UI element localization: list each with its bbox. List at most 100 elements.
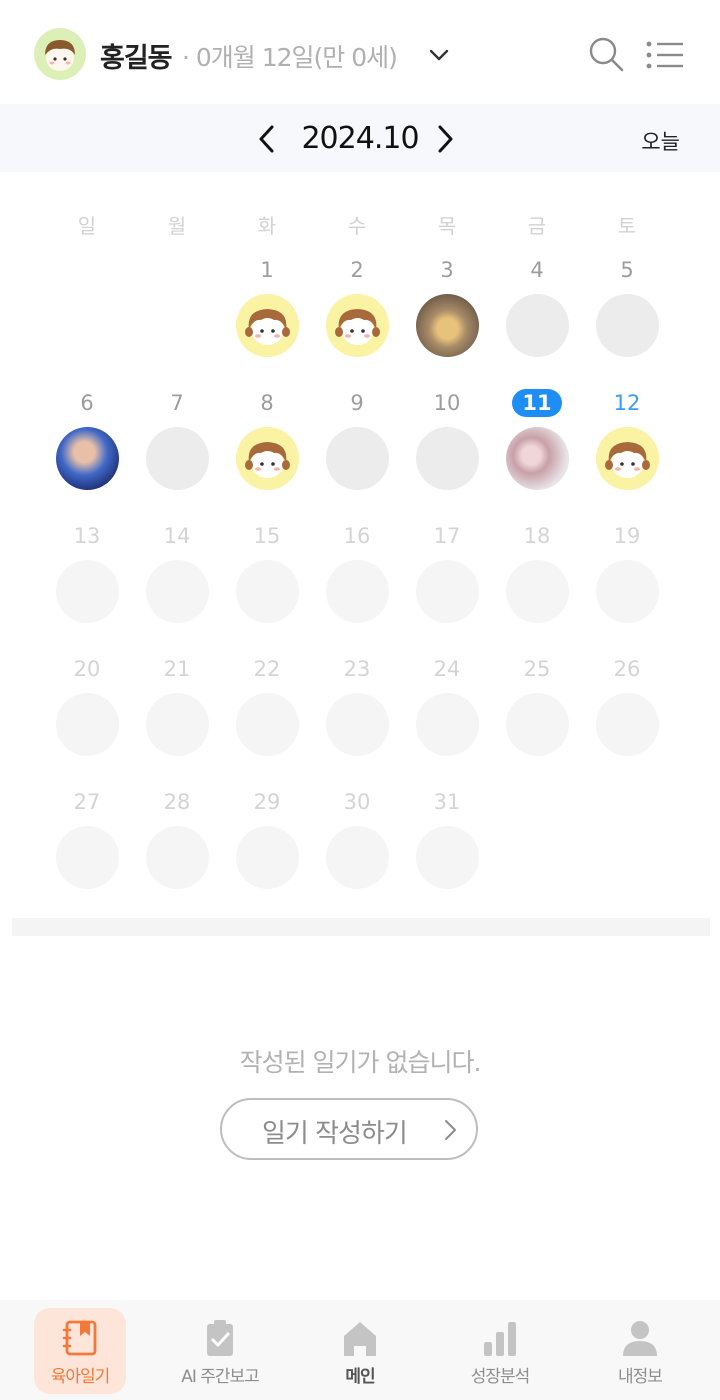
day-number: 15 [253, 524, 281, 548]
diary-thumbnail-character[interactable] [236, 427, 299, 490]
calendar-day[interactable]: 24 [402, 647, 492, 780]
chevron-down-icon[interactable] [426, 42, 452, 68]
day-placeholder[interactable] [146, 560, 209, 623]
diary-thumbnail-character[interactable] [236, 294, 299, 357]
day-number: 31 [433, 790, 461, 814]
day-placeholder[interactable] [326, 427, 389, 490]
calendar-day[interactable]: 8 [222, 381, 312, 514]
today-button[interactable]: 오늘 [641, 126, 680, 156]
day-placeholder[interactable] [416, 826, 479, 889]
calendar-day[interactable]: 4 [492, 248, 582, 381]
calendar-day[interactable]: 21 [132, 647, 222, 780]
day-placeholder[interactable] [506, 560, 569, 623]
calendar-day[interactable]: 10 [402, 381, 492, 514]
write-diary-button[interactable]: 일기 작성하기 [220, 1098, 478, 1160]
calendar-day[interactable]: 17 [402, 514, 492, 647]
day-placeholder[interactable] [596, 693, 659, 756]
calendar-day[interactable]: 28 [132, 780, 222, 913]
calendar-day[interactable]: 3 [402, 248, 492, 381]
day-placeholder[interactable] [146, 427, 209, 490]
calendar-day[interactable]: 25 [492, 647, 582, 780]
day-number: 26 [613, 657, 641, 681]
calendar-day[interactable]: 6 [42, 381, 132, 514]
day-placeholder[interactable] [506, 294, 569, 357]
calendar-day[interactable]: 2 [312, 248, 402, 381]
nav-item-growth-analysis[interactable]: 성장분석 [454, 1308, 546, 1394]
diary-thumbnail-character[interactable] [596, 427, 659, 490]
calendar-day[interactable]: 5 [582, 248, 672, 381]
day-placeholder[interactable] [326, 826, 389, 889]
calendar-day[interactable]: 20 [42, 647, 132, 780]
nav-label: 성장분석 [470, 1367, 531, 1387]
day-number: 9 [350, 391, 364, 415]
calendar-day[interactable]: 18 [492, 514, 582, 647]
day-placeholder[interactable] [146, 693, 209, 756]
day-placeholder[interactable] [416, 560, 479, 623]
child-avatar[interactable] [34, 28, 86, 80]
day-placeholder[interactable] [56, 826, 119, 889]
day-placeholder[interactable] [236, 560, 299, 623]
nav-item-main[interactable]: 메인 [314, 1308, 406, 1394]
calendar-day[interactable]: 7 [132, 381, 222, 514]
day-number: 10 [433, 391, 461, 415]
diary-thumbnail-photo[interactable] [416, 294, 479, 357]
calendar-weeks: 1 2 3 4 5 6 7 8 9 10 11 12 13 14 15 16 17 18 19 20 21 22 23 24 2… [42, 248, 672, 913]
day-number: 25 [523, 657, 551, 681]
day-placeholder[interactable] [56, 693, 119, 756]
calendar-day[interactable]: 26 [582, 647, 672, 780]
nav-label: 내정보 [618, 1367, 663, 1387]
day-placeholder[interactable] [326, 693, 389, 756]
day-placeholder[interactable] [326, 560, 389, 623]
weekday-label: 월 [167, 214, 187, 238]
calendar-day[interactable]: 23 [312, 647, 402, 780]
day-number: 11 [492, 389, 582, 417]
calendar-day[interactable]: 31 [402, 780, 492, 913]
day-placeholder[interactable] [236, 693, 299, 756]
calendar-day[interactable]: 27 [42, 780, 132, 913]
day-placeholder[interactable] [596, 294, 659, 357]
calendar-day[interactable]: 16 [312, 514, 402, 647]
nav-item-ai-weekly-report[interactable]: AI 주간보고 [174, 1308, 266, 1394]
diary-thumbnail-photo[interactable] [506, 427, 569, 490]
day-placeholder[interactable] [596, 560, 659, 623]
nav-item-diary[interactable]: 육아일기 [34, 1308, 126, 1394]
calendar-day[interactable]: 1 [222, 248, 312, 381]
calendar-day[interactable]: 14 [132, 514, 222, 647]
list-menu-icon[interactable] [644, 36, 686, 74]
calendar-day[interactable]: 13 [42, 514, 132, 647]
calendar-day[interactable]: 19 [582, 514, 672, 647]
day-placeholder[interactable] [416, 693, 479, 756]
calendar-week: 6 7 8 9 10 11 12 [42, 381, 672, 514]
day-number: 7 [170, 391, 184, 415]
weekday-label: 금 [527, 214, 547, 238]
day-number: 17 [433, 524, 461, 548]
diary-thumbnail-character[interactable] [326, 294, 389, 357]
chevron-left-icon[interactable] [252, 122, 282, 156]
nav-label: AI 주간보고 [181, 1367, 260, 1387]
diary-thumbnail-photo[interactable] [56, 427, 119, 490]
day-number: 14 [163, 524, 191, 548]
child-character-icon [236, 427, 299, 490]
day-number: 27 [73, 790, 101, 814]
day-number: 13 [73, 524, 101, 548]
diary-icon [62, 1320, 97, 1356]
day-placeholder[interactable] [506, 693, 569, 756]
empty-diary-message: 작성된 일기가 없습니다. [239, 1048, 482, 1077]
day-placeholder[interactable] [56, 560, 119, 623]
calendar-day[interactable]: 22 [222, 647, 312, 780]
child-age: · 0개월 12일(만 0세) [182, 43, 398, 72]
nav-item-my-info[interactable]: 내정보 [594, 1308, 686, 1394]
chevron-right-icon[interactable] [430, 122, 460, 156]
day-placeholder[interactable] [236, 826, 299, 889]
day-placeholder[interactable] [146, 826, 209, 889]
calendar-day[interactable]: 15 [222, 514, 312, 647]
day-number: 3 [440, 258, 454, 282]
calendar-day[interactable]: 11 [492, 381, 582, 514]
search-icon[interactable] [586, 34, 626, 74]
calendar-day[interactable]: 29 [222, 780, 312, 913]
calendar-day[interactable]: 9 [312, 381, 402, 514]
app-header: 홍길동 · 0개월 12일(만 0세) [0, 0, 720, 104]
calendar-day[interactable]: 30 [312, 780, 402, 913]
day-placeholder[interactable] [416, 427, 479, 490]
calendar-day[interactable]: 12 [582, 381, 672, 514]
